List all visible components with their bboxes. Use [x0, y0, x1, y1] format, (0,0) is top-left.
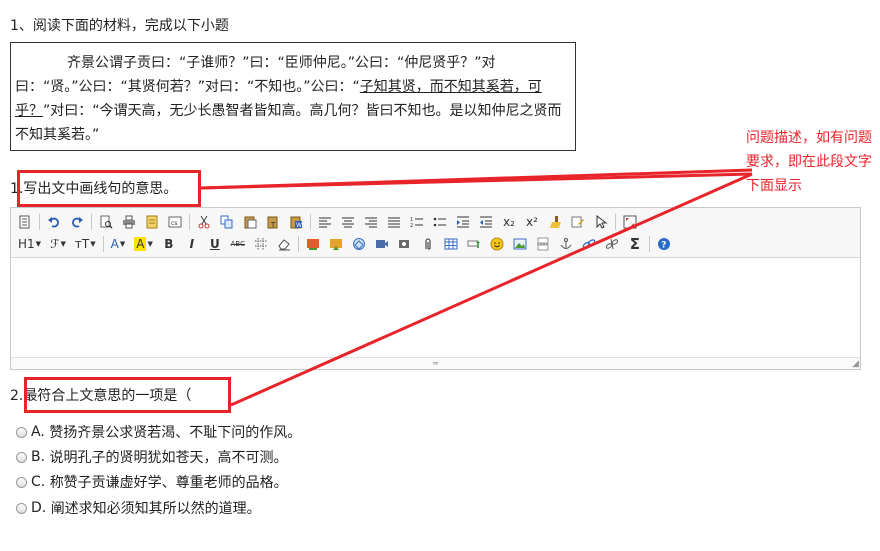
arrow-line-diagonal-start	[200, 172, 753, 190]
annotation-arrows	[200, 168, 753, 407]
arrow-line-diagonal	[230, 172, 753, 407]
